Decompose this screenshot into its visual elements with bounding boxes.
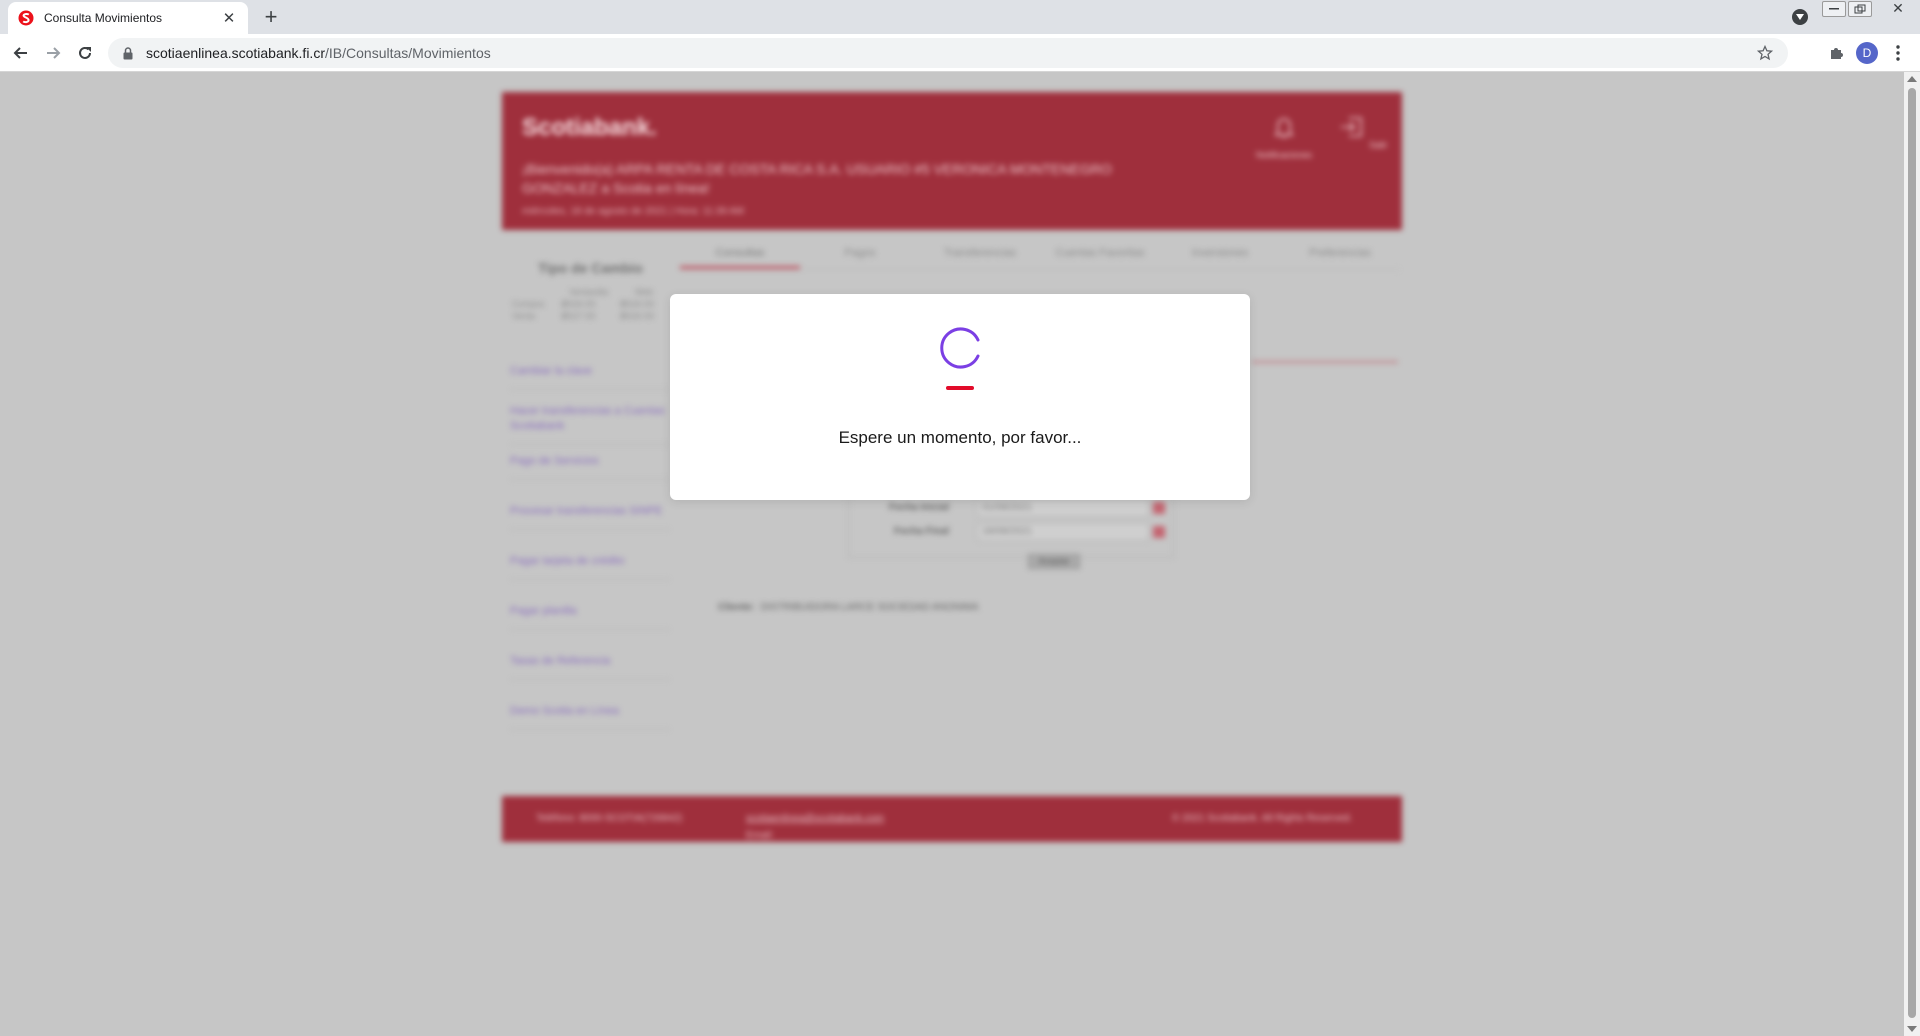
- blurred-background-page: Scotiabank. ¡Bienvenido(a) ARPA RENTA DE…: [0, 72, 1904, 1036]
- sidebar-link-services-payment[interactable]: Pago de Servicios: [510, 454, 670, 480]
- url-text: scotiaenlinea.scotiabank.fi.cr/IB/Consul…: [146, 45, 491, 61]
- footer-email-link[interactable]: scotiaenlinea@scotiabank.com: [746, 813, 884, 824]
- accept-button[interactable]: Aceptar: [1028, 554, 1080, 569]
- calendar-icon[interactable]: [1153, 502, 1165, 514]
- page-viewport: Scotiabank. ¡Bienvenido(a) ARPA RENTA DE…: [0, 72, 1904, 1036]
- tab-close-icon[interactable]: ✕: [220, 9, 238, 27]
- notifications-button[interactable]: Notificaciones: [1244, 112, 1324, 160]
- sidebar-link-payroll[interactable]: Pagar planilla: [510, 604, 670, 630]
- client-line: Cliente: DISTRIBUIDORA LARCE SOCIEDAD ANO…: [718, 602, 979, 613]
- loading-dialog: Espere un momento, por favor...: [670, 294, 1250, 500]
- profile-avatar[interactable]: D: [1856, 42, 1878, 64]
- bank-header: Scotiabank. ¡Bienvenido(a) ARPA RENTA DE…: [502, 92, 1402, 230]
- start-date-label: Fecha Inicial: [888, 502, 949, 513]
- bank-footer: Teléfono: 8000-SCOTIA(726842) Email: sco…: [502, 796, 1402, 842]
- tab-inversiones[interactable]: Inversiones: [1160, 236, 1280, 269]
- fx-buy-ventanilla: ₡634.93: [561, 299, 596, 309]
- scroll-up-arrow-icon[interactable]: [1907, 76, 1917, 82]
- sidebar: Tipo de Cambio Ventanilla Web Compra ₡63…: [502, 230, 672, 830]
- footer-copyright: © 2021 Scotiabank. All Rights Reserved.: [1172, 813, 1353, 824]
- minimize-icon[interactable]: [1822, 1, 1846, 17]
- loading-spinner-icon: [940, 327, 980, 369]
- footer-phone: Teléfono: 8000-SCOTIA(726842): [536, 813, 683, 824]
- fx-sell-web: ₡626.93: [620, 311, 655, 321]
- client-name: DISTRIBUIDORA LARCE SOCIEDAD ANONIMA: [760, 602, 979, 613]
- exchange-rate-title: Tipo de Cambio: [538, 260, 643, 276]
- scroll-down-arrow-icon[interactable]: [1907, 1026, 1917, 1032]
- main-nav-tabs: Consultas Pagos Transferencias Cuentas F…: [680, 236, 1400, 270]
- start-date-input[interactable]: 01/08/2021: [977, 499, 1149, 517]
- browser-toolbar: scotiaenlinea.scotiabank.fi.cr/IB/Consul…: [0, 34, 1920, 72]
- lock-icon[interactable]: [122, 46, 134, 60]
- start-date-row: Fecha Inicial 01/08/2021: [849, 499, 1175, 519]
- end-date-input[interactable]: 18/08/2021: [977, 523, 1149, 541]
- client-label: Cliente:: [718, 602, 755, 613]
- browser-tab[interactable]: Consulta Movimientos ✕: [8, 2, 248, 34]
- footer-email-label: Email:: [746, 830, 774, 841]
- forward-arrow-icon[interactable]: [40, 40, 66, 66]
- reload-icon[interactable]: [72, 40, 98, 66]
- fx-sell-label: Venta: [512, 311, 536, 321]
- fx-buy-label: Compra: [512, 299, 545, 309]
- date-time-line: miércoles, 18 de agosto de 2021 | Hora: …: [522, 206, 744, 217]
- fx-col-ventanilla: Ventanilla: [569, 287, 609, 297]
- browser-tabstrip: Consulta Movimientos ✕ + ✕: [0, 0, 1920, 34]
- sidebar-link-credit-card[interactable]: Pagar tarjeta de crédito: [510, 554, 670, 580]
- bookmark-star-icon[interactable]: [1756, 44, 1774, 62]
- sidebar-link-change-password[interactable]: Cambiar la clave: [510, 364, 670, 390]
- fx-sell-ventanilla: ₡627.93: [561, 311, 596, 321]
- spinner-accent-bar: [946, 386, 974, 390]
- end-date-row: Fecha Final 18/08/2021: [849, 523, 1175, 543]
- scotiabank-logo: Scotiabank.: [522, 114, 657, 141]
- window-close-icon[interactable]: ✕: [1886, 0, 1910, 18]
- tab-consultas[interactable]: Consultas: [680, 236, 800, 269]
- tab-search-icon[interactable]: [1792, 9, 1808, 25]
- tab-preferencias[interactable]: Preferencias: [1280, 236, 1400, 269]
- sidebar-link-sinpe[interactable]: Procesar transferencias SINPE: [510, 504, 670, 530]
- back-arrow-icon[interactable]: [8, 40, 34, 66]
- tab-cuentas-favoritas[interactable]: Cuentas Favoritas: [1040, 236, 1160, 269]
- exchange-rate-table: Ventanilla Web Compra ₡634.93 ₡634.93 Ve…: [510, 286, 670, 322]
- restore-icon[interactable]: [1848, 1, 1872, 17]
- address-bar[interactable]: scotiaenlinea.scotiabank.fi.cr/IB/Consul…: [108, 38, 1788, 68]
- fx-col-web: Web: [634, 287, 654, 297]
- welcome-message: ¡Bienvenido(a) ARPA RENTA DE COSTA RICA …: [522, 161, 1112, 196]
- tab-pagos[interactable]: Pagos: [800, 236, 920, 269]
- sidebar-link-transfers-scotiabank[interactable]: Hacer transferencias a Cuentas Scotiaban…: [510, 404, 670, 445]
- sidebar-link-reference-rates[interactable]: Tasas de Referencia: [510, 654, 670, 680]
- sidebar-link-demo[interactable]: Demo Scotia en Línea: [510, 704, 670, 730]
- vertical-scrollbar[interactable]: [1904, 72, 1920, 1036]
- browser-menu-icon[interactable]: [1888, 40, 1908, 66]
- loading-message: Espere un momento, por favor...: [838, 428, 1082, 447]
- logout-icon: [1340, 117, 1362, 137]
- url-host: scotiaenlinea.scotiabank.fi.cr: [146, 45, 325, 61]
- notifications-label: Notificaciones: [1255, 150, 1313, 160]
- end-date-label: Fecha Final: [893, 526, 949, 537]
- extensions-puzzle-icon[interactable]: [1823, 40, 1849, 66]
- bell-icon: [1274, 118, 1294, 138]
- url-path: /IB/Consultas/Movimientos: [325, 45, 491, 61]
- scotiabank-favicon-icon: [18, 10, 34, 26]
- scrollbar-thumb[interactable]: [1908, 88, 1916, 1018]
- exit-button[interactable]: Salir: [1322, 112, 1402, 150]
- exit-label: Salir: [1369, 140, 1388, 150]
- footer-email-group: Email: scotiaenlinea@scotiabank.com: [746, 813, 884, 841]
- fx-buy-web: ₡634.93: [620, 299, 655, 309]
- section-divider: [1252, 361, 1398, 363]
- new-tab-button[interactable]: +: [258, 5, 284, 31]
- tab-title: Consulta Movimientos: [44, 11, 163, 25]
- tab-transferencias[interactable]: Transferencias: [920, 236, 1040, 269]
- calendar-icon[interactable]: [1153, 526, 1165, 538]
